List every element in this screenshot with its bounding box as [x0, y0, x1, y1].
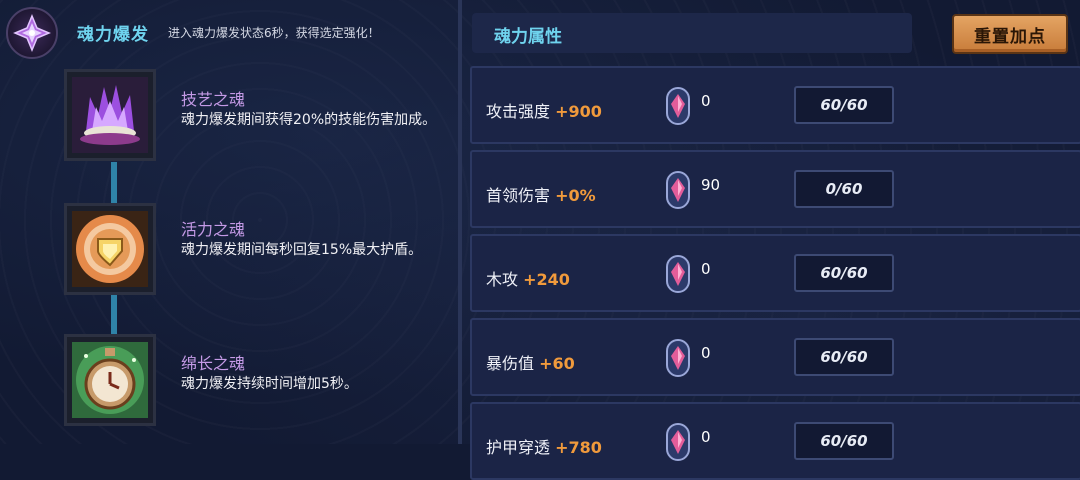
- points-allocation-box[interactable]: 60/60: [794, 338, 894, 376]
- attribute-name: 攻击强度: [486, 102, 551, 121]
- gem-count: 90: [701, 176, 721, 194]
- soul-burst-emblem-icon: [6, 7, 58, 59]
- gem-count: 0: [701, 92, 711, 110]
- skill-description: 魂力爆发期间每秒回复15%最大护盾。: [181, 242, 423, 258]
- attribute-name: 暴伤值: [486, 354, 535, 373]
- skill-name: 技艺之魂: [181, 90, 246, 109]
- attribute-bonus: +60: [539, 354, 575, 373]
- golden-shield-badge-icon: [72, 211, 148, 287]
- points-allocation-box[interactable]: 60/60: [794, 86, 894, 124]
- attribute-bonus: +0%: [555, 186, 596, 205]
- reset-points-button[interactable]: 重置加点: [952, 14, 1068, 54]
- panel-divider: [458, 0, 462, 444]
- soul-gem-icon: [666, 423, 690, 461]
- soul-burst-title: 魂力爆发: [77, 25, 149, 45]
- attribute-bonus: +780: [555, 438, 602, 457]
- attribute-name: 木攻: [486, 270, 519, 289]
- purple-flame-crown-icon: [72, 77, 148, 153]
- skill-chain-link: [111, 294, 117, 334]
- skill-icon-frame[interactable]: [64, 203, 156, 295]
- skill-description: 魂力爆发期间获得20%的技能伤害加成。: [181, 112, 437, 128]
- attribute-bonus: +900: [555, 102, 602, 121]
- points-allocation-box[interactable]: 60/60: [794, 254, 894, 292]
- attribute-label: 护甲穿透 +780: [486, 434, 602, 458]
- soul-gem-icon: [666, 339, 690, 377]
- stopwatch-icon: [72, 342, 148, 418]
- attribute-row: 攻击强度 +900 0 60/60: [470, 66, 1080, 144]
- gem-count: 0: [701, 260, 711, 278]
- soul-gem-icon: [666, 87, 690, 125]
- skill-name: 绵长之魂: [181, 354, 246, 373]
- points-allocation-box[interactable]: 60/60: [794, 422, 894, 460]
- attribute-bonus: +240: [523, 270, 570, 289]
- skill-icon-frame[interactable]: [64, 69, 156, 161]
- attribute-label: 木攻 +240: [486, 266, 570, 290]
- attributes-title: 魂力属性: [494, 27, 562, 47]
- attribute-name: 护甲穿透: [486, 438, 551, 457]
- attribute-row: 护甲穿透 +780 0 60/60: [470, 402, 1080, 480]
- attribute-label: 暴伤值 +60: [486, 350, 575, 374]
- attribute-label: 首领伤害 +0%: [486, 182, 596, 206]
- soul-gem-icon: [666, 255, 690, 293]
- gem-count: 0: [701, 344, 711, 362]
- soul-burst-description: 进入魂力爆发状态6秒，获得选定强化！: [168, 26, 380, 40]
- skill-chain-link: [111, 162, 117, 206]
- attribute-row: 暴伤值 +60 0 60/60: [470, 318, 1080, 396]
- attribute-label: 攻击强度 +900: [486, 98, 602, 122]
- soul-burst-panel: 魂力爆发 进入魂力爆发状态6秒，获得选定强化！ 技艺之魂 魂力爆发期间获得20%…: [0, 0, 460, 444]
- gem-count: 0: [701, 428, 711, 446]
- skill-description: 魂力爆发持续时间增加5秒。: [181, 376, 358, 392]
- skill-icon-frame[interactable]: [64, 334, 156, 426]
- attribute-row: 木攻 +240 0 60/60: [470, 234, 1080, 312]
- points-allocation-box[interactable]: 0/60: [794, 170, 894, 208]
- skill-name: 活力之魂: [181, 220, 246, 239]
- soul-gem-icon: [666, 171, 690, 209]
- attribute-name: 首领伤害: [486, 186, 551, 205]
- attribute-row: 首领伤害 +0% 90 0/60: [470, 150, 1080, 228]
